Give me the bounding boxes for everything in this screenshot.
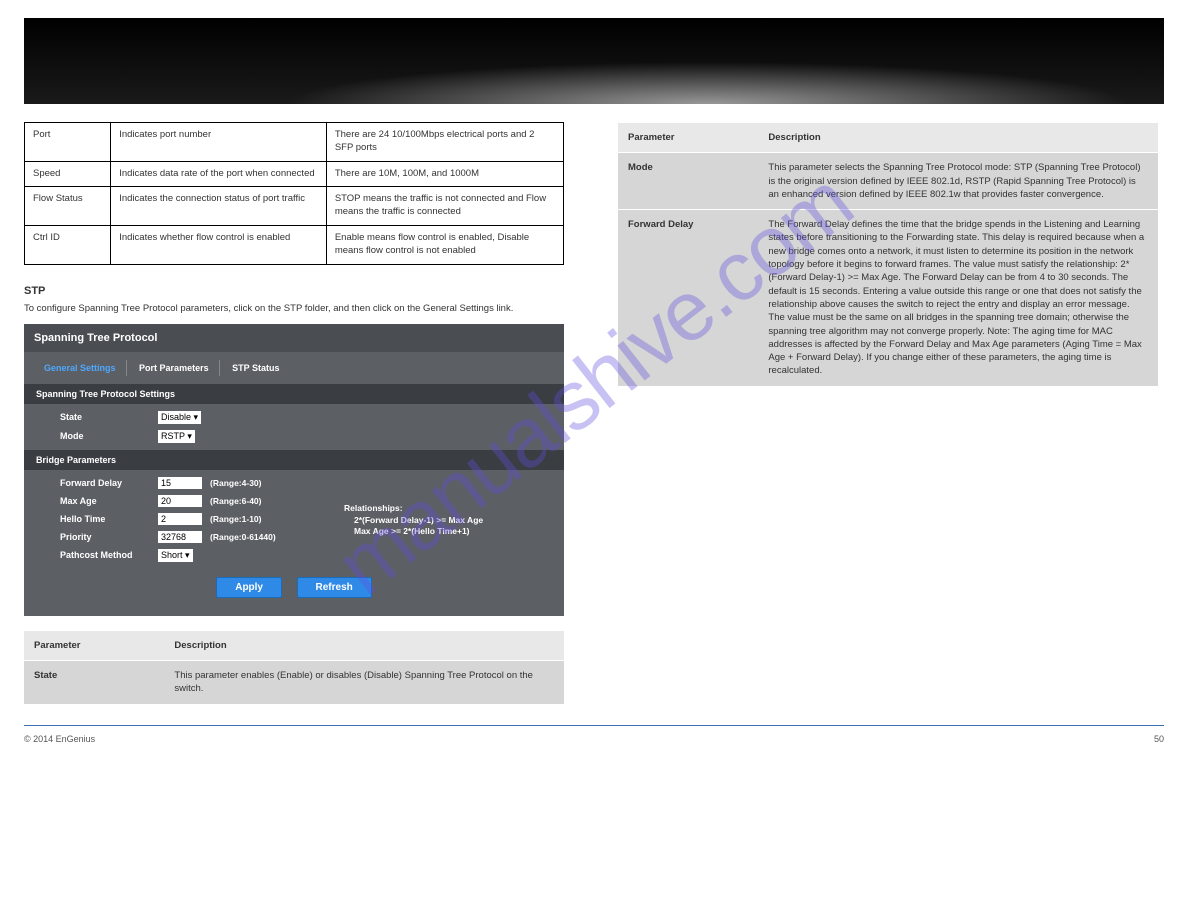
cell: Mode (618, 153, 758, 209)
cell: Enable means flow control is enabled, Di… (326, 226, 563, 265)
priority-hint: (Range:0-61440) (210, 532, 276, 542)
state-select[interactable]: Disable ▾ (158, 411, 201, 424)
table-row: Flow Status Indicates the connection sta… (25, 187, 564, 226)
table-row: Speed Indicates data rate of the port wh… (25, 161, 564, 187)
cell: There are 10M, 100M, and 1000M (326, 161, 563, 187)
priority-label: Priority (60, 532, 150, 542)
cell: Indicates port number (111, 123, 327, 162)
stp-heading: STP (24, 285, 564, 297)
mode-label: Mode (60, 431, 150, 441)
max-age-input[interactable]: 20 (158, 495, 202, 507)
table-row: Ctrl ID Indicates whether flow control i… (25, 226, 564, 265)
shot-title: Spanning Tree Protocol (24, 324, 564, 352)
tab-stp-status[interactable]: STP Status (222, 360, 289, 376)
cell: Indicates whether flow control is enable… (111, 226, 327, 265)
th-parameter: Parameter (618, 123, 758, 152)
table-header-row: Parameter Description (618, 123, 1158, 152)
right-param-table: Parameter Description Mode This paramete… (618, 122, 1158, 387)
cell: Ctrl ID (25, 226, 111, 265)
cell: STOP means the traffic is not connected … (326, 187, 563, 226)
shot-tabs: General Settings Port Parameters STP Sta… (24, 352, 564, 380)
footer-page-number: 50 (1154, 734, 1164, 744)
priority-input[interactable]: 32768 (158, 531, 202, 543)
forward-delay-hint: (Range:4-30) (210, 478, 261, 488)
stp-screenshot: Spanning Tree Protocol General Settings … (24, 324, 564, 616)
cell: Port (25, 123, 111, 162)
header-banner (24, 18, 1164, 104)
table-row: Forward Delay The Forward Delay defines … (618, 210, 1158, 386)
table-header-row: Parameter Description (24, 631, 564, 660)
cell: There are 24 10/100Mbps electrical ports… (326, 123, 563, 162)
pathcost-label: Pathcost Method (60, 550, 150, 560)
th-parameter: Parameter (24, 631, 164, 660)
pathcost-select[interactable]: Short ▾ (158, 549, 193, 562)
cell: Flow Status (25, 187, 111, 226)
th-description: Description (758, 123, 1158, 152)
cell: This parameter enables (Enable) or disab… (164, 661, 564, 704)
tab-port-parameters[interactable]: Port Parameters (129, 360, 220, 376)
tab-general-settings[interactable]: General Settings (34, 360, 127, 376)
footer: © 2014 EnGenius 50 (24, 734, 1164, 768)
port-status-table: Port Indicates port number There are 24 … (24, 122, 564, 265)
cell: Indicates the connection status of port … (111, 187, 327, 226)
cell: Indicates data rate of the port when con… (111, 161, 327, 187)
shot-sub-bridge-params: Bridge Parameters (24, 450, 564, 470)
relationships-note: Relationships: 2*(Forward Delay-1) >= Ma… (344, 503, 483, 539)
shot-sub-stp-settings: Spanning Tree Protocol Settings (24, 384, 564, 404)
cell: The Forward Delay defines the time that … (758, 210, 1158, 386)
cell: This parameter selects the Spanning Tree… (758, 153, 1158, 209)
cell: Forward Delay (618, 210, 758, 386)
cell: Speed (25, 161, 111, 187)
forward-delay-input[interactable]: 15 (158, 477, 202, 489)
hello-time-hint: (Range:1-10) (210, 514, 261, 524)
hello-time-input[interactable]: 2 (158, 513, 202, 525)
state-param-table: Parameter Description State This paramet… (24, 630, 564, 705)
footer-rule (24, 725, 1164, 726)
hello-time-label: Hello Time (60, 514, 150, 524)
table-row: Port Indicates port number There are 24 … (25, 123, 564, 162)
th-description: Description (164, 631, 564, 660)
refresh-button[interactable]: Refresh (297, 577, 372, 598)
state-label: State (60, 412, 150, 422)
stp-intro: To configure Spanning Tree Protocol para… (24, 303, 564, 314)
footer-left: © 2014 EnGenius (24, 734, 95, 744)
cell: State (24, 661, 164, 704)
forward-delay-label: Forward Delay (60, 478, 150, 488)
apply-button[interactable]: Apply (216, 577, 282, 598)
max-age-hint: (Range:6-40) (210, 496, 261, 506)
table-row: Mode This parameter selects the Spanning… (618, 153, 1158, 209)
mode-select[interactable]: RSTP ▾ (158, 430, 195, 443)
table-row: State This parameter enables (Enable) or… (24, 661, 564, 704)
max-age-label: Max Age (60, 496, 150, 506)
